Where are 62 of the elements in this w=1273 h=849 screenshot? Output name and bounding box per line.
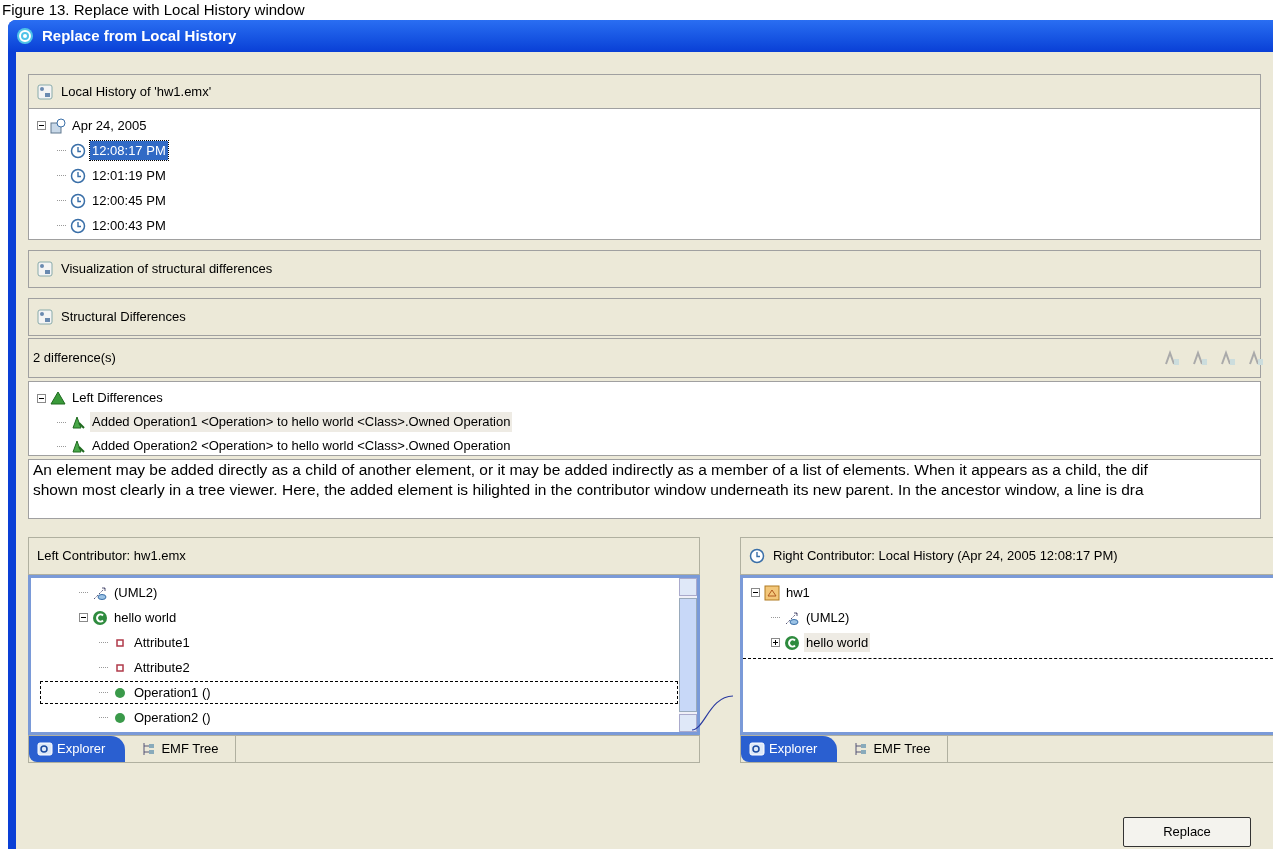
collapse-toggle[interactable]	[37, 393, 46, 403]
letter-tool-icon	[1220, 350, 1236, 366]
tree-item[interactable]: (UML2)	[804, 607, 852, 628]
expand-toggle[interactable]	[771, 638, 780, 647]
calendar-icon	[50, 117, 66, 134]
panel-icon	[37, 309, 53, 325]
contributor-title: Left Contributor: hw1.emx	[37, 547, 186, 566]
description-text: An element may be added directly as a child of another element, or it may be added indirectly as a member of a list of elements. When it appears as a child, the dif	[33, 460, 1149, 480]
tree-item[interactable]: Operation2 ()	[132, 707, 213, 728]
clock-icon	[70, 192, 86, 209]
view-tab[interactable]: EMF Tree	[125, 736, 236, 762]
scrollbar[interactable]	[679, 578, 697, 732]
collapse-toggle[interactable]	[751, 588, 760, 597]
collapse-toggle[interactable]	[37, 121, 46, 130]
view-tab[interactable]: EMF Tree	[837, 736, 948, 762]
explorer-icon	[749, 741, 765, 757]
tree-item[interactable]: Added Operation1 <Operation> to hello world <Class>.Owned Operation	[90, 412, 513, 432]
figure-caption: Figure 13. Replace with Local History window	[2, 1, 305, 19]
difference-count: 2 difference(s)	[33, 349, 116, 368]
letter-tool-icon	[1192, 350, 1208, 366]
tree-item[interactable]: Attribute2	[132, 657, 192, 678]
tree-item[interactable]: hello world	[804, 632, 871, 653]
add-figure-icon	[70, 438, 86, 454]
view-tab[interactable]: Explorer	[29, 736, 126, 762]
collapse-toggle[interactable]	[79, 613, 88, 622]
tree-item[interactable]: 12:08:17 PM	[90, 140, 168, 161]
tree-item[interactable]: Left Differences	[70, 388, 165, 408]
swirl-icon	[16, 27, 34, 45]
contributor-title: Right Contributor: Local History (Apr 24, 2005 12:08:17 PM)	[773, 547, 1118, 566]
tree-item[interactable]: hw1	[784, 582, 812, 603]
clock-icon	[70, 217, 86, 234]
class-icon	[92, 609, 108, 626]
tree-item[interactable]: 12:01:19 PM	[90, 165, 168, 186]
panel-icon	[37, 261, 53, 277]
panel-icon	[37, 83, 53, 100]
clock-icon	[749, 548, 765, 564]
tree-item[interactable]: (UML2)	[112, 582, 160, 603]
letter-tool-icon	[1164, 350, 1180, 366]
tree-item[interactable]: Attribute1	[132, 632, 192, 653]
dashed-arrow-icon	[92, 584, 108, 601]
add-figure-icon	[70, 414, 86, 430]
description-text: shown most clearly in a tree viewer. Here, the added element is hilighted in the contributor window underneath its new parent. In the ancestor window, a line is dra	[33, 480, 1145, 500]
connector-line	[692, 692, 734, 732]
class-icon	[784, 634, 800, 651]
window-title: Replace from Local History	[42, 25, 237, 46]
tree-item[interactable]: Apr 24, 2005	[70, 115, 149, 136]
view-tab[interactable]: Explorer	[741, 736, 838, 762]
clock-icon	[70, 167, 86, 184]
explorer-icon	[37, 741, 53, 757]
replace-button[interactable]: Replace	[1123, 817, 1251, 847]
section-header[interactable]: Visualization of structural differences	[61, 259, 273, 279]
panel-title: Local History of 'hw1.emx'	[61, 82, 212, 101]
package-icon	[764, 584, 780, 601]
triangle-icon	[50, 390, 66, 406]
tree-item[interactable]: Added Operation2 <Operation> to hello world <Class>.Owned Operation	[90, 436, 513, 456]
tree-item[interactable]: 12:00:43 PM	[90, 215, 168, 236]
clock-icon	[70, 142, 86, 159]
tree-item[interactable]: Operation1 ()	[132, 682, 213, 703]
section-header[interactable]: Structural Differences	[61, 307, 186, 327]
tree-item[interactable]: hello world	[112, 607, 179, 628]
dashed-arrow-icon	[784, 609, 800, 626]
tree-item[interactable]: 12:00:45 PM	[90, 190, 168, 211]
